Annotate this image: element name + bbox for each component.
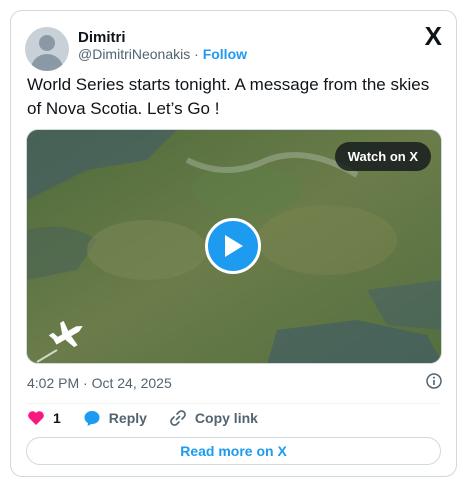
like-button[interactable]: 1	[27, 410, 61, 426]
tweet-text: World Series starts tonight. A message f…	[27, 75, 430, 118]
tweet-timestamp[interactable]: 4:02 PM · Oct 24, 2025	[27, 375, 172, 391]
heart-icon	[28, 411, 44, 425]
x-logo-icon[interactable]: X	[425, 23, 442, 49]
divider	[27, 403, 440, 404]
copy-link-button[interactable]: Copy link	[169, 409, 258, 427]
follow-button[interactable]: Follow	[203, 46, 247, 62]
author-handle[interactable]: @DimitriNeonakis	[78, 46, 190, 62]
video-media[interactable]: Watch on X	[26, 129, 442, 364]
handle-separator: ·	[194, 46, 199, 62]
info-icon[interactable]	[426, 373, 442, 389]
action-bar: 1 Reply Copy link	[27, 409, 280, 427]
reply-button[interactable]: Reply	[83, 409, 147, 427]
read-more-button[interactable]: Read more on X	[26, 437, 441, 465]
author-name[interactable]: Dimitri	[78, 29, 126, 46]
like-count: 1	[53, 410, 61, 426]
watch-on-x-button[interactable]: Watch on X	[334, 142, 431, 171]
play-icon	[225, 235, 243, 257]
avatar[interactable]	[25, 27, 69, 71]
tweet-card[interactable]: Dimitri @DimitriNeonakis · Follow X Worl…	[10, 10, 457, 477]
play-button[interactable]	[205, 218, 261, 274]
author-handle-row: @DimitriNeonakis · Follow	[78, 46, 247, 62]
copy-link-label: Copy link	[194, 410, 258, 426]
reply-icon	[84, 411, 100, 426]
reply-label: Reply	[108, 410, 147, 426]
link-icon	[170, 410, 186, 426]
